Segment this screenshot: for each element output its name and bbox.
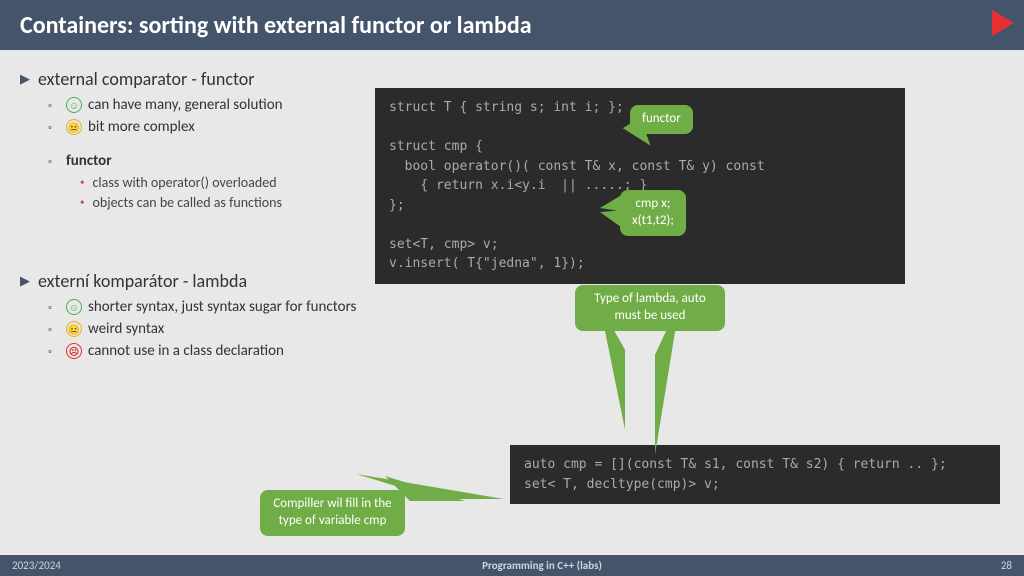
ring-bullet-icon: ◦ xyxy=(48,121,58,134)
neutral-icon: 😐 xyxy=(66,119,82,135)
next-arrow-icon[interactable] xyxy=(992,10,1014,36)
callout-functor: functor xyxy=(630,105,693,134)
bullet-item: ◦ 😐 weird syntax xyxy=(48,320,1004,338)
bullet-text: cannot use in a class declaration xyxy=(88,342,284,360)
bullet-text-bold: functor xyxy=(66,152,112,170)
slide-title: Containers: sorting with external functo… xyxy=(20,11,532,40)
sub-bullet-text: objects can be called as functions xyxy=(92,194,282,211)
triangle-bullet-icon: ▶ xyxy=(20,274,30,289)
footer-year: 2023/2024 xyxy=(0,559,120,572)
footer-course: Programming in C++ (labs) xyxy=(120,559,964,572)
smile-icon: ☺ xyxy=(66,97,82,113)
slide-content: ▶ external comparator - functor ◦ ☺ can … xyxy=(0,50,1024,555)
slide-header: Containers: sorting with external functo… xyxy=(0,0,1024,50)
slide: Containers: sorting with external functo… xyxy=(0,0,1024,576)
triangle-bullet-icon: ▶ xyxy=(20,72,30,87)
ring-bullet-icon: ◦ xyxy=(48,99,58,112)
bullet-item: ◦ ☺ shorter syntax, just syntax sugar fo… xyxy=(48,298,1004,316)
bullet-text: weird syntax xyxy=(88,320,164,338)
frown-icon: ☹ xyxy=(66,343,82,359)
section-title-text: external comparator - functor xyxy=(38,68,255,90)
ring-bullet-icon: ◦ xyxy=(48,155,58,168)
bullet-text: shorter syntax, just syntax sugar for fu… xyxy=(88,298,356,316)
slide-footer: 2023/2024 Programming in C++ (labs) 28 xyxy=(0,555,1024,576)
code-block-lambda: auto cmp = [](const T& s1, const T& s2) … xyxy=(510,445,1000,504)
bullet-item: ◦ ☹ cannot use in a class declaration xyxy=(48,342,1004,360)
callout-compiler: Compiller wil fill in the type of variab… xyxy=(260,490,405,536)
bullet-text: can have many, general solution xyxy=(88,96,283,114)
ring-bullet-icon: ◦ xyxy=(48,323,58,336)
dot-bullet-icon: • xyxy=(80,197,84,208)
footer-page-number: 28 xyxy=(964,559,1024,572)
callout-cmp: cmp x; x(t1,t2); xyxy=(620,190,686,236)
callout-type: Type of lambda, auto must be used xyxy=(575,285,725,331)
neutral-icon: 😐 xyxy=(66,321,82,337)
ring-bullet-icon: ◦ xyxy=(48,301,58,314)
section-functor-title: ▶ external comparator - functor xyxy=(20,68,1004,90)
sub-bullet-text: class with operator() overloaded xyxy=(92,174,276,191)
smile-icon: ☺ xyxy=(66,299,82,315)
bullet-text: bit more complex xyxy=(88,118,195,136)
ring-bullet-icon: ◦ xyxy=(48,345,58,358)
dot-bullet-icon: • xyxy=(80,177,84,188)
section-title-text: externí komparátor - lambda xyxy=(38,270,247,292)
